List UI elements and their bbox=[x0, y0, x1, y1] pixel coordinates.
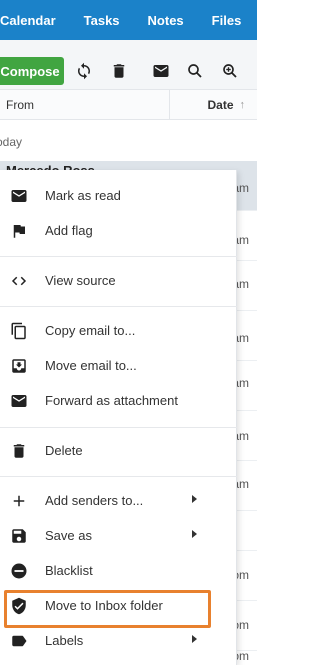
save-icon bbox=[10, 527, 28, 545]
mail-icon[interactable] bbox=[150, 60, 172, 82]
move-to-inbox-icon bbox=[10, 357, 28, 375]
menu-divider bbox=[0, 427, 237, 428]
submenu-arrow-icon bbox=[192, 530, 197, 538]
top-navigation: Calendar Tasks Notes Files bbox=[0, 0, 257, 40]
menu-item-add-senders[interactable]: Add senders to... bbox=[0, 484, 237, 518]
compose-button[interactable]: Compose bbox=[0, 57, 64, 85]
menu-item-blacklist[interactable]: Blacklist bbox=[0, 554, 237, 588]
menu-label: Save as bbox=[45, 528, 92, 543]
block-icon bbox=[10, 562, 28, 580]
menu-label: Copy email to... bbox=[45, 323, 136, 338]
plus-icon bbox=[10, 492, 28, 510]
submenu-arrow-icon bbox=[192, 635, 197, 643]
search-icon[interactable] bbox=[184, 60, 206, 82]
shield-check-icon bbox=[10, 597, 28, 615]
sort-arrow-icon: ↑ bbox=[239, 99, 246, 111]
nav-tasks[interactable]: Tasks bbox=[84, 13, 120, 28]
message-context-menu: Mark as read Add flag View source Copy e… bbox=[0, 170, 237, 665]
nav-notes[interactable]: Notes bbox=[148, 13, 184, 28]
menu-item-move-email[interactable]: Move email to... bbox=[0, 349, 237, 383]
envelope-icon bbox=[10, 392, 28, 410]
menu-divider bbox=[0, 476, 237, 477]
zoom-in-icon[interactable] bbox=[219, 60, 241, 82]
menu-item-forward-attachment[interactable]: Forward as attachment bbox=[0, 384, 237, 418]
menu-item-delete[interactable]: Delete bbox=[0, 434, 237, 468]
menu-divider bbox=[0, 306, 237, 307]
menu-item-view-source[interactable]: View source bbox=[0, 264, 237, 298]
menu-item-move-to-inbox[interactable]: Move to Inbox folder bbox=[0, 589, 237, 628]
menu-item-save-as[interactable]: Save as bbox=[0, 519, 237, 553]
menu-label: Move to Inbox folder bbox=[45, 598, 163, 613]
message-list-header: From Date ↑ bbox=[0, 90, 257, 120]
envelope-icon bbox=[10, 187, 28, 205]
menu-item-add-flag[interactable]: Add flag bbox=[0, 214, 237, 248]
column-date[interactable]: Date ↑ bbox=[169, 90, 257, 120]
menu-label: Add flag bbox=[45, 223, 93, 238]
label-icon bbox=[10, 632, 28, 650]
code-icon bbox=[10, 272, 28, 290]
menu-label: Move email to... bbox=[45, 358, 137, 373]
menu-label: View source bbox=[45, 273, 116, 288]
refresh-icon[interactable] bbox=[73, 60, 95, 82]
column-from[interactable]: From bbox=[6, 98, 34, 112]
menu-divider bbox=[0, 256, 237, 257]
submenu-arrow-icon bbox=[192, 495, 197, 503]
nav-calendar[interactable]: Calendar bbox=[0, 13, 56, 28]
menu-item-labels[interactable]: Labels bbox=[0, 624, 237, 658]
date-group-label: oday bbox=[0, 135, 23, 149]
copy-icon bbox=[10, 322, 28, 340]
column-date-label: Date bbox=[207, 98, 234, 112]
menu-label: Forward as attachment bbox=[45, 393, 178, 408]
trash-icon bbox=[10, 442, 28, 460]
menu-label: Delete bbox=[45, 443, 83, 458]
menu-label: Mark as read bbox=[45, 188, 121, 203]
menu-label: Add senders to... bbox=[45, 493, 144, 508]
menu-label: Labels bbox=[45, 633, 84, 648]
trash-icon[interactable] bbox=[108, 60, 130, 82]
menu-item-copy-email[interactable]: Copy email to... bbox=[0, 314, 237, 348]
flag-icon bbox=[10, 222, 28, 240]
menu-item-mark-as-read[interactable]: Mark as read bbox=[0, 179, 237, 213]
menu-label: Blacklist bbox=[45, 563, 93, 578]
nav-files[interactable]: Files bbox=[212, 13, 242, 28]
